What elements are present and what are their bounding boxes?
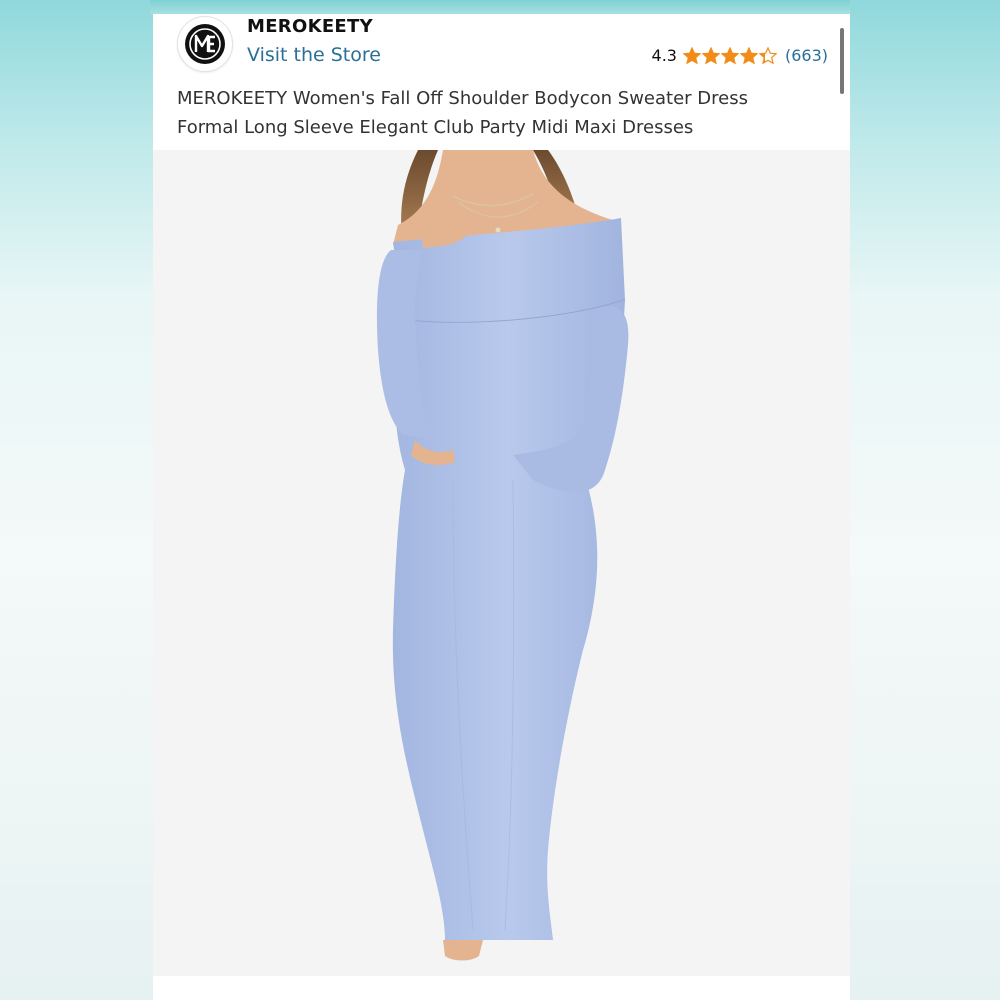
star-icon (739, 46, 758, 64)
scrollbar[interactable] (840, 28, 844, 94)
half-star-icon (758, 46, 777, 64)
rating-value: 4.3 (651, 46, 677, 65)
star-icon (701, 46, 720, 64)
product-page: MEROKEETY Visit the Store 4.3 (663) MERO… (153, 14, 850, 1000)
star-rating (682, 46, 777, 65)
dress-photo (376, 150, 629, 961)
product-header: MEROKEETY Visit the Store 4.3 (663) MERO… (153, 14, 850, 150)
product-title-line: Formal Long Sleeve Elegant Club Party Mi… (177, 117, 694, 138)
star-icon (720, 46, 739, 64)
product-title-line: MEROKEETY Women's Fall Off Shoulder Body… (177, 88, 748, 109)
visit-store-link[interactable]: Visit the Store (247, 44, 381, 66)
gallery-footer (153, 976, 850, 1000)
product-image-gallery[interactable] (153, 150, 850, 1000)
top-strip (150, 0, 850, 14)
product-title: MEROKEETY Women's Fall Off Shoulder Body… (177, 84, 817, 142)
review-count-link[interactable]: (663) (785, 46, 828, 65)
rating-summary[interactable]: 4.3 (663) (652, 46, 828, 65)
brand-logo[interactable] (177, 16, 233, 72)
star-icon (682, 46, 701, 64)
product-image[interactable] (153, 150, 850, 976)
brand-monogram-icon (185, 24, 225, 64)
brand-name[interactable]: MEROKEETY (247, 16, 373, 37)
